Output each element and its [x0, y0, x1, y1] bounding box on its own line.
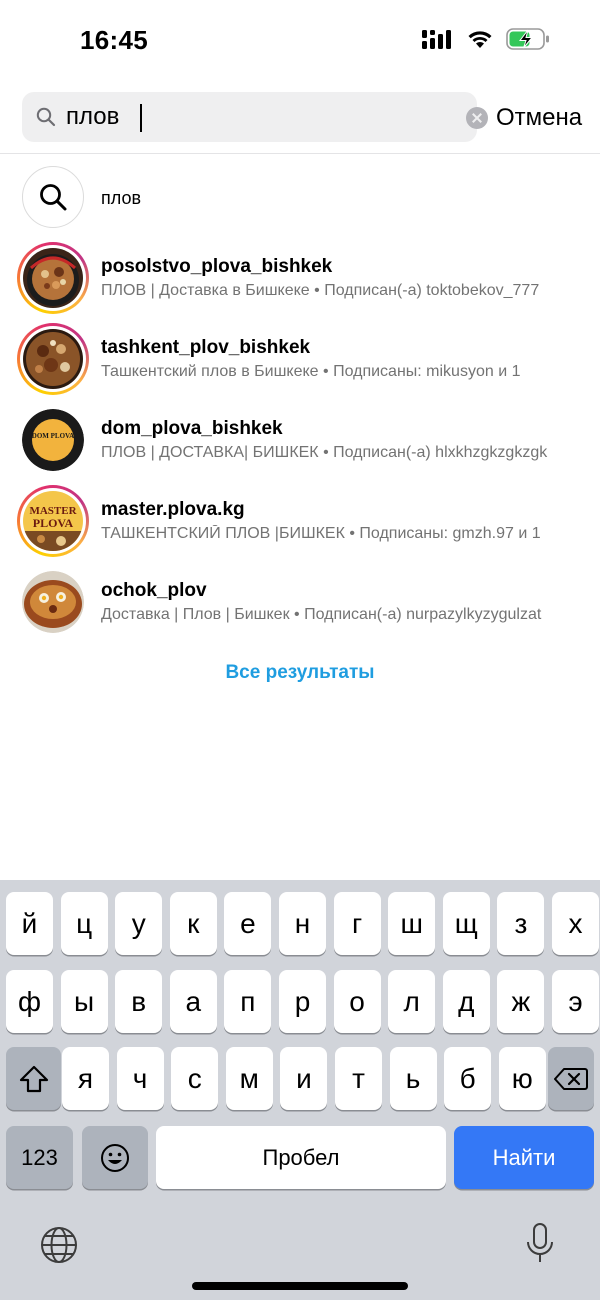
- space-key[interactable]: Пробел: [156, 1126, 446, 1189]
- key-г[interactable]: г: [333, 892, 381, 955]
- key-т[interactable]: т: [335, 1047, 382, 1110]
- avatar: [17, 242, 89, 314]
- key-ш[interactable]: ш: [388, 892, 436, 955]
- key-у[interactable]: у: [115, 892, 163, 955]
- clear-icon[interactable]: [466, 107, 488, 129]
- wifi-icon: [468, 31, 492, 48]
- account-username: posolstvo_plova_bishkek: [101, 256, 333, 277]
- account-subtitle: Доставка | Плов | Бишкек • Подписан(-а) …: [101, 606, 542, 623]
- search-icon: [40, 184, 67, 211]
- status-icons: [422, 28, 550, 50]
- key-ч[interactable]: ч: [116, 1047, 164, 1110]
- backspace-icon: [554, 1067, 588, 1090]
- dom-plova-logo: DOM PLOVA: [22, 409, 84, 471]
- avatar: [22, 571, 84, 633]
- plov-photo: [23, 329, 83, 389]
- key-к[interactable]: к: [169, 892, 217, 955]
- microphone-icon[interactable]: [524, 1222, 556, 1266]
- signal-icon: [422, 30, 451, 49]
- key-с[interactable]: с: [171, 1047, 219, 1110]
- home-indicator: [192, 1282, 408, 1290]
- avatar: MASTER PLOVA: [17, 485, 89, 557]
- account-row[interactable]: posolstvo_plova_bishkek ПЛОВ | Доставка …: [0, 242, 600, 314]
- dom-logo-text: DOM PLOVA: [32, 432, 74, 440]
- key-и[interactable]: и: [280, 1047, 328, 1110]
- plov-photo: [22, 571, 84, 633]
- account-subtitle: ПЛОВ | ДОСТАВКА| БИШКЕК • Подписан(-а) h…: [101, 444, 548, 461]
- key-я[interactable]: я: [62, 1047, 109, 1110]
- key-ы[interactable]: ы: [60, 970, 108, 1033]
- search-input[interactable]: [66, 92, 436, 142]
- search-header: Отмена: [0, 92, 600, 144]
- search-icon: [36, 107, 56, 127]
- key-б[interactable]: б: [444, 1047, 492, 1110]
- key-ь[interactable]: ь: [389, 1047, 437, 1110]
- account-subtitle: Ташкентский плов в Бишкеке • Подписаны: …: [101, 363, 521, 380]
- search-box[interactable]: [22, 92, 488, 142]
- key-з[interactable]: з: [497, 892, 545, 955]
- text-caret: [140, 104, 142, 132]
- master-plova-logo: MASTER PLOVA: [23, 491, 83, 551]
- key-в[interactable]: в: [115, 970, 163, 1033]
- keyboard: йцукенгшщзх фывапролджэ ячсмитьбю 123 Пр…: [0, 880, 600, 1300]
- query-suggestion-row[interactable]: плов: [0, 164, 600, 234]
- key-м[interactable]: м: [225, 1047, 273, 1110]
- shift-icon: [19, 1065, 48, 1092]
- key-р[interactable]: р: [279, 970, 326, 1033]
- key-ю[interactable]: ю: [498, 1047, 546, 1110]
- account-username: tashkent_plov_bishkek: [101, 337, 311, 358]
- status-bar: 16:45: [0, 0, 600, 80]
- key-л[interactable]: л: [388, 970, 436, 1033]
- search-submit-key[interactable]: Найти: [454, 1126, 594, 1189]
- all-results-link[interactable]: Все результаты: [0, 662, 600, 684]
- avatar: DOM PLOVA: [22, 409, 84, 471]
- query-suggestion-icon: [22, 166, 84, 228]
- key-х[interactable]: х: [552, 892, 599, 955]
- account-username: master.plova.kg: [101, 499, 245, 520]
- shift-key[interactable]: [6, 1047, 61, 1110]
- account-row[interactable]: DOM PLOVA dom_plova_bishkek ПЛОВ | ДОСТА…: [0, 406, 600, 476]
- numbers-key[interactable]: 123: [6, 1126, 73, 1189]
- plov-photo: [23, 248, 83, 308]
- key-й[interactable]: й: [6, 892, 53, 955]
- account-username: dom_plova_bishkek: [101, 418, 283, 439]
- battery-charging-icon: [506, 28, 549, 50]
- key-н[interactable]: н: [279, 892, 326, 955]
- key-э[interactable]: э: [552, 970, 599, 1033]
- header-divider: [0, 153, 600, 154]
- key-о[interactable]: о: [333, 970, 381, 1033]
- account-row[interactable]: tashkent_plov_bishkek Ташкентский плов в…: [0, 323, 600, 395]
- backspace-key[interactable]: [548, 1047, 594, 1110]
- status-time: 16:45: [80, 25, 148, 55]
- account-subtitle: ПЛОВ | Доставка в Бишкеке • Подписан(-а)…: [101, 282, 540, 299]
- key-п[interactable]: п: [224, 970, 272, 1033]
- account-row[interactable]: MASTER PLOVA master.plova.kg ТАШКЕНТСКИЙ…: [0, 485, 600, 557]
- emoji-key[interactable]: [82, 1126, 148, 1189]
- key-а[interactable]: а: [169, 970, 217, 1033]
- query-suggestion-text: плов: [101, 188, 142, 208]
- emoji-icon: [101, 1143, 129, 1172]
- key-ж[interactable]: ж: [497, 970, 545, 1033]
- key-ф[interactable]: ф: [6, 970, 53, 1033]
- key-ц[interactable]: ц: [60, 892, 108, 955]
- avatar: [17, 323, 89, 395]
- account-row[interactable]: ochok_plov Доставка | Плов | Бишкек • По…: [0, 568, 600, 638]
- account-username: ochok_plov: [101, 580, 207, 601]
- key-е[interactable]: е: [224, 892, 272, 955]
- cancel-button[interactable]: Отмена: [496, 104, 582, 132]
- account-subtitle: ТАШКЕНТСКИЙ ПЛОВ |БИШКЕК • Подписаны: gm…: [101, 525, 541, 542]
- key-д[interactable]: д: [442, 970, 490, 1033]
- master-logo-bottom: PLOVA: [33, 516, 74, 530]
- globe-icon[interactable]: [39, 1225, 79, 1265]
- key-щ[interactable]: щ: [442, 892, 490, 955]
